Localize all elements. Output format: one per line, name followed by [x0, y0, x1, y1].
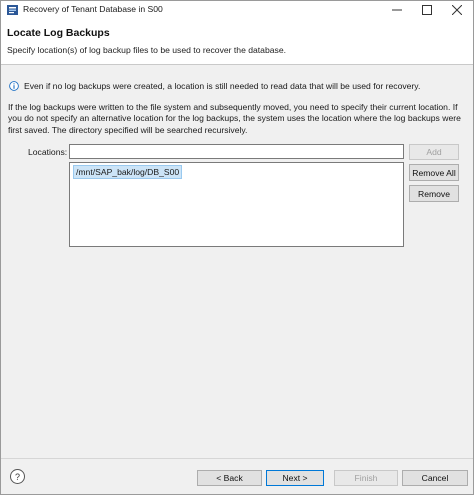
remove-all-button[interactable]: Remove All: [409, 164, 459, 181]
footer-separator: [1, 458, 473, 459]
remove-button[interactable]: Remove: [409, 185, 459, 202]
recovery-wizard-window: Recovery of Tenant Database in S00 Locat…: [0, 0, 474, 495]
page-subtitle: Specify location(s) of log backup files …: [7, 45, 286, 55]
maximize-button[interactable]: [412, 1, 442, 19]
info-message: Even if no log backups were created, a l…: [24, 81, 421, 91]
close-icon: [452, 5, 462, 15]
help-icon[interactable]: ?: [10, 469, 25, 484]
cancel-button[interactable]: Cancel: [402, 470, 468, 486]
add-button[interactable]: Add: [409, 144, 459, 160]
window-title: Recovery of Tenant Database in S00: [23, 4, 163, 14]
next-button[interactable]: Next >: [266, 470, 324, 486]
title-bar: Recovery of Tenant Database in S00: [1, 1, 473, 19]
maximize-icon: [422, 5, 432, 15]
minimize-icon: [392, 9, 402, 11]
finish-button[interactable]: Finish: [334, 470, 398, 486]
back-button[interactable]: < Back: [197, 470, 262, 486]
description-text: If the log backups were written to the f…: [8, 102, 461, 135]
wizard-header: Locate Log Backups Specify location(s) o…: [1, 19, 473, 65]
location-input[interactable]: [69, 144, 404, 159]
app-icon: [7, 5, 18, 15]
locations-list[interactable]: /mnt/SAP_bak/log/DB_S00: [69, 162, 404, 247]
minimize-button[interactable]: [382, 1, 412, 19]
close-button[interactable]: [442, 1, 472, 19]
locations-label: Locations:: [28, 147, 68, 157]
info-icon: [9, 81, 19, 91]
page-title: Locate Log Backups: [7, 27, 110, 39]
list-item[interactable]: /mnt/SAP_bak/log/DB_S00: [73, 165, 183, 179]
